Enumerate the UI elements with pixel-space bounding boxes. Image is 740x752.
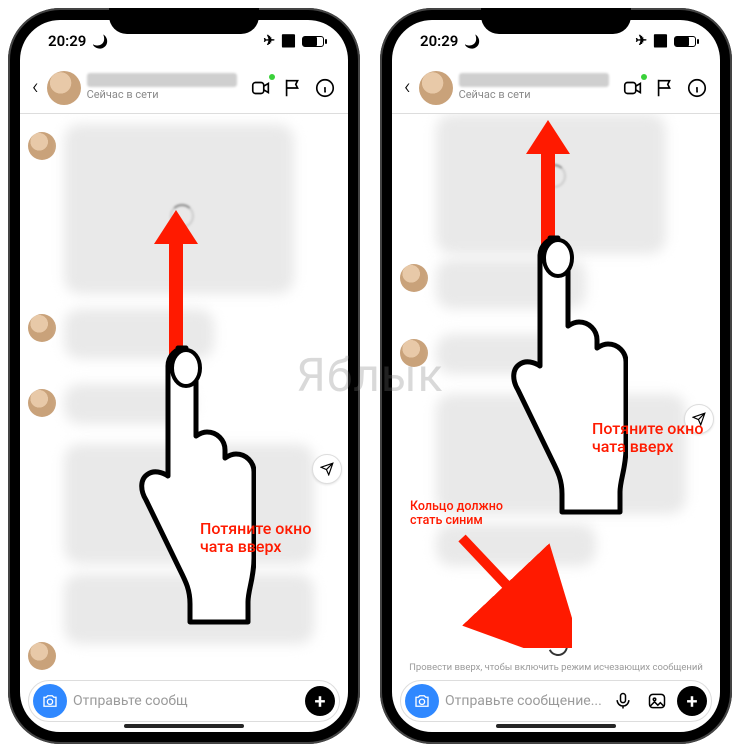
airplane-mode-icon <box>635 33 647 49</box>
blurred-message <box>64 574 314 644</box>
gallery-button[interactable] <box>643 687 671 715</box>
blurred-message <box>64 384 194 424</box>
chat-scroll-area[interactable]: Провести вверх, чтобы включить режим исч… <box>392 114 720 676</box>
message-avatar <box>28 314 56 342</box>
user-name-blurred <box>459 73 609 87</box>
camera-button[interactable] <box>405 684 439 718</box>
add-button[interactable]: + <box>677 686 707 716</box>
battery-icon <box>674 36 696 47</box>
back-button[interactable]: ‹ <box>402 75 413 100</box>
message-avatar <box>400 339 428 367</box>
blurred-message <box>436 524 596 566</box>
message-input-bar: Отправьте сообщ + <box>28 680 340 722</box>
phone-frame-left: 20:29 ‹ Сейчас в сети <box>8 8 360 744</box>
do-not-disturb-icon <box>92 32 108 50</box>
notch <box>481 8 631 34</box>
message-avatar <box>28 389 56 417</box>
avatar[interactable] <box>419 71 453 105</box>
blurred-message <box>64 309 214 359</box>
battery-icon <box>302 36 324 47</box>
user-name-blurred <box>87 73 237 87</box>
flag-button[interactable] <box>652 75 678 101</box>
clock: 20:29 <box>420 32 458 50</box>
message-avatar <box>28 642 56 670</box>
user-status: Сейчас в сети <box>459 89 614 101</box>
video-call-button[interactable] <box>248 75 274 101</box>
chat-scroll-area[interactable] <box>20 114 348 676</box>
notch <box>109 8 259 34</box>
chat-header: ‹ Сейчас в сети <box>20 62 348 114</box>
phone-frame-right: 20:29 ‹ Сейчас в сети <box>380 8 732 744</box>
message-input-bar: Отправьте сообщение... + <box>400 680 712 722</box>
message-avatar <box>400 264 428 292</box>
do-not-disturb-icon <box>464 32 480 50</box>
loading-spinner-icon <box>170 204 194 228</box>
camera-button[interactable] <box>33 684 67 718</box>
progress-ring-icon <box>545 633 571 659</box>
mic-button[interactable] <box>609 687 637 715</box>
vanish-mode-hint: Провести вверх, чтобы включить режим исч… <box>402 662 710 673</box>
flag-button[interactable] <box>280 75 306 101</box>
message-input[interactable]: Отправьте сообщ <box>73 693 299 709</box>
avatar[interactable] <box>47 71 81 105</box>
home-indicator <box>124 724 244 728</box>
chat-header: ‹ Сейчас в сети <box>392 62 720 114</box>
message-avatar <box>28 132 56 160</box>
blurred-message <box>64 444 314 564</box>
share-button[interactable] <box>312 454 342 484</box>
info-button[interactable] <box>684 75 710 101</box>
airplane-mode-icon <box>263 33 275 49</box>
add-button[interactable]: + <box>305 686 335 716</box>
blurred-message <box>436 394 686 514</box>
home-indicator <box>496 724 616 728</box>
blurred-message <box>436 259 586 309</box>
wifi-icon <box>281 34 296 49</box>
share-button[interactable] <box>684 404 714 434</box>
clock: 20:29 <box>48 32 86 50</box>
user-status: Сейчас в сети <box>87 89 242 101</box>
wifi-icon <box>653 34 668 49</box>
blurred-message <box>436 334 566 374</box>
back-button[interactable]: ‹ <box>30 75 41 100</box>
message-input[interactable]: Отправьте сообщение... <box>445 693 603 709</box>
loading-spinner-icon <box>542 164 566 188</box>
info-button[interactable] <box>312 75 338 101</box>
video-call-button[interactable] <box>620 75 646 101</box>
